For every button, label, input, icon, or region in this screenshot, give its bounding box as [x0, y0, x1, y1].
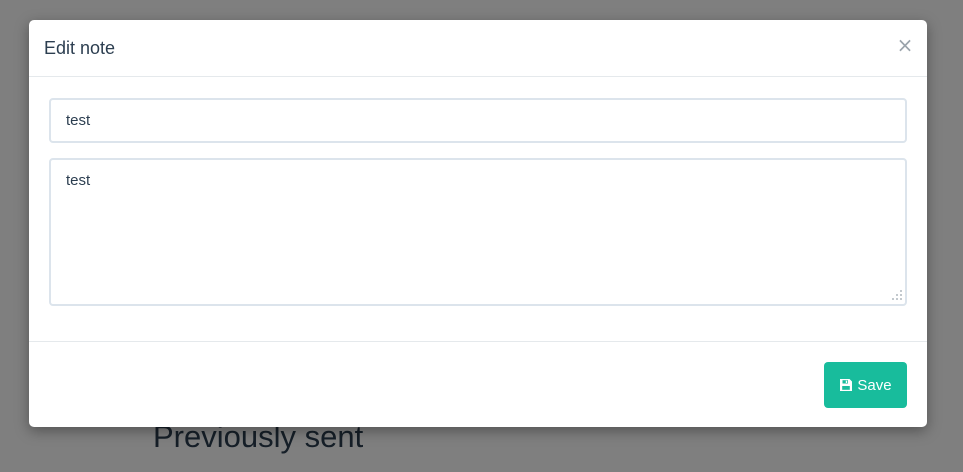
note-title-input[interactable]	[49, 98, 907, 143]
modal-header: Edit note ×	[29, 20, 927, 77]
edit-note-modal: Edit note × test Save	[29, 20, 927, 427]
save-button[interactable]: Save	[824, 362, 907, 408]
modal-title: Edit note	[44, 38, 116, 58]
save-button-label: Save	[857, 376, 892, 394]
modal-footer: Save	[29, 341, 927, 427]
note-body-textarea[interactable]: test	[49, 158, 907, 306]
close-button[interactable]: ×	[893, 33, 917, 57]
floppy-disk-icon	[840, 379, 853, 391]
resize-grip-icon[interactable]	[891, 289, 903, 301]
